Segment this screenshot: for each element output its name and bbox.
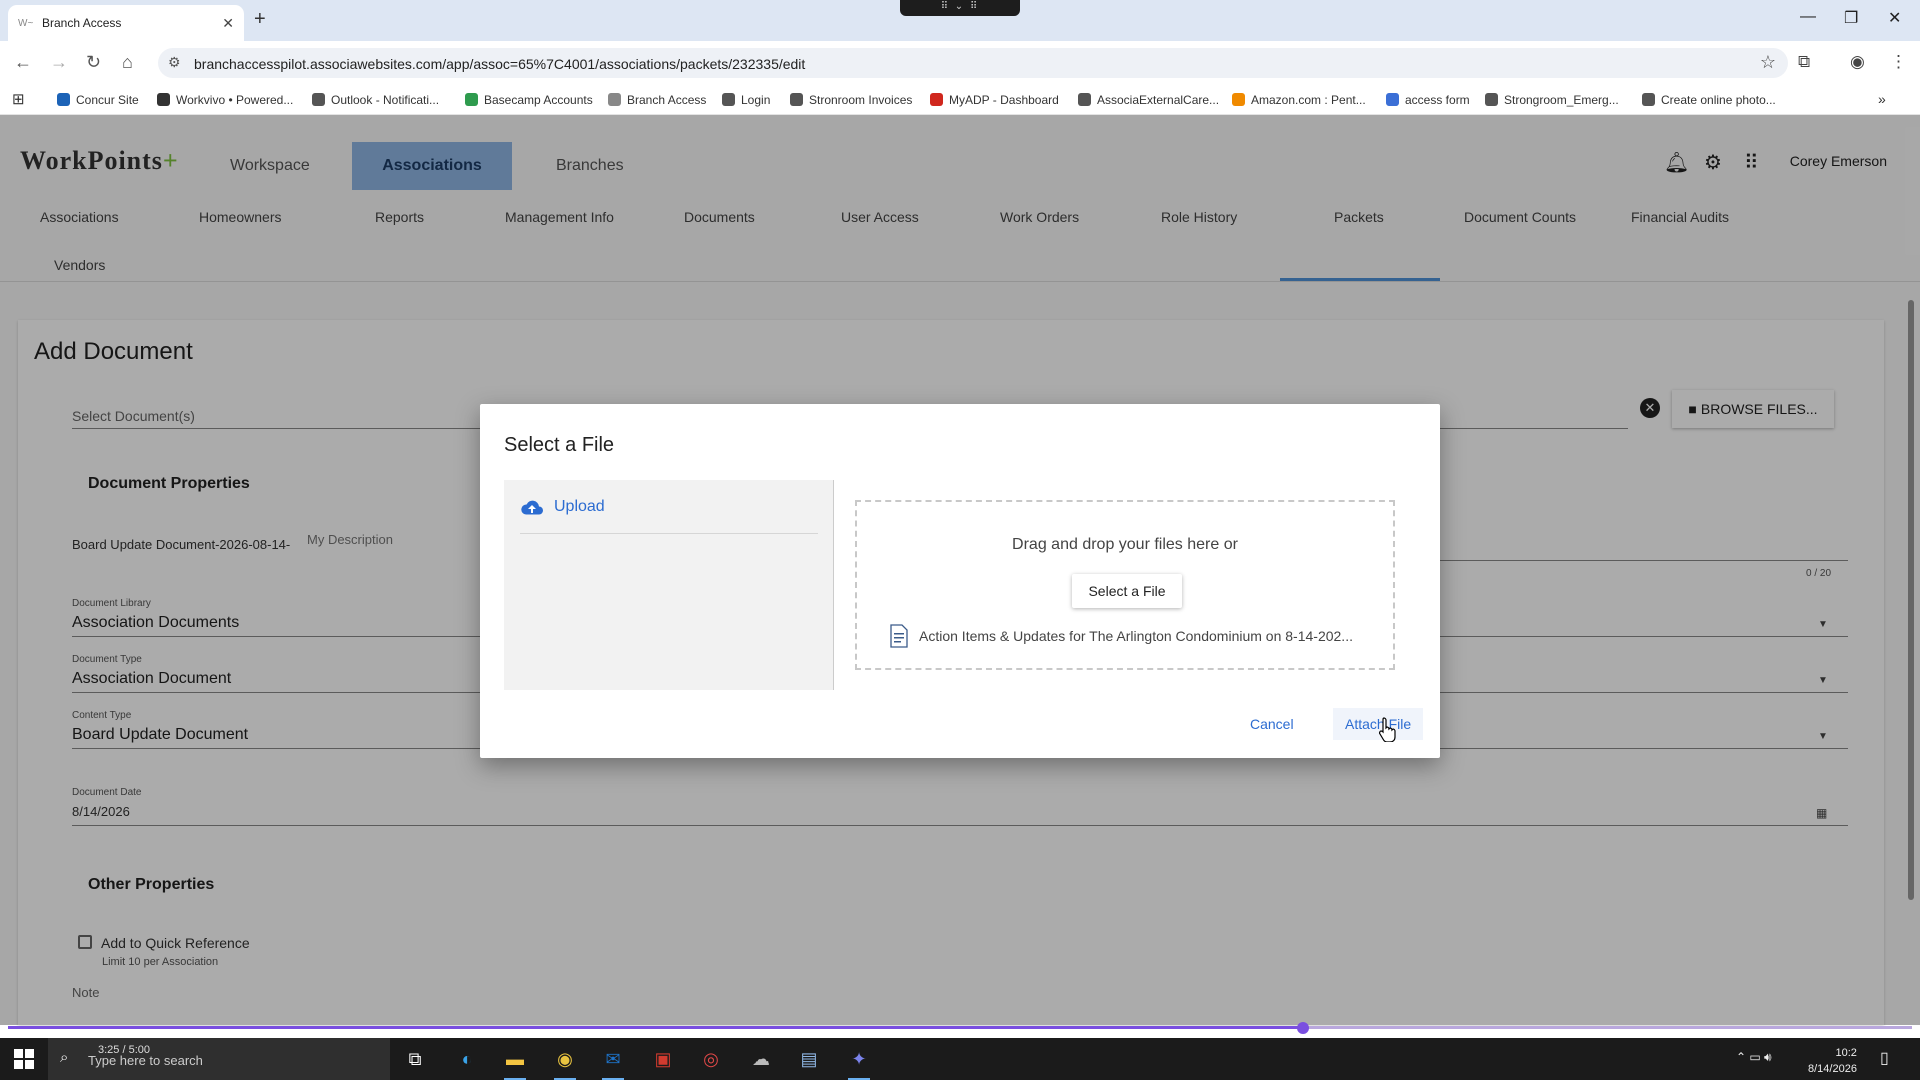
selected-file[interactable]: Action Items & Updates for The Arlington… bbox=[889, 624, 1353, 648]
bookmark-favicon-icon bbox=[790, 93, 803, 106]
bookmark-label: Stronroom Invoices bbox=[809, 93, 913, 107]
bookmark-label: Create online photo... bbox=[1661, 93, 1776, 107]
edge-icon[interactable]: ◐ bbox=[452, 1044, 482, 1074]
close-window-icon[interactable]: ✕ bbox=[1888, 8, 1901, 28]
tab-title: Branch Access bbox=[42, 16, 122, 30]
bookmark-item[interactable]: Concur Site bbox=[57, 93, 139, 107]
bookmark-favicon-icon bbox=[312, 93, 325, 106]
video-progress-knob[interactable] bbox=[1296, 1022, 1309, 1034]
remote-app-icon[interactable]: ☁ bbox=[746, 1044, 776, 1074]
pdf-app-icon[interactable]: ▣ bbox=[648, 1044, 678, 1074]
bookmarks-bar: ⊞ Concur Site Workvivo • Powered... Outloo… bbox=[0, 85, 1920, 115]
browser-tab-strip: W~ Branch Access ✕ + ⠿ ⌄ ⠿ — ❐ ✕ bbox=[0, 0, 1920, 41]
dialog-title: Select a File bbox=[504, 434, 615, 456]
bookmark-favicon-icon bbox=[465, 93, 478, 106]
tab-favicon-icon: W~ bbox=[18, 17, 34, 29]
address-bar[interactable]: ⚙ branchaccesspilot.associawebsites.com/… bbox=[158, 48, 1788, 78]
file-drop-zone[interactable]: Drag and drop your files here or Select … bbox=[855, 500, 1395, 670]
select-file-dialog: Select a File Upload Drag and drop your … bbox=[480, 404, 1440, 758]
upload-label: Upload bbox=[554, 498, 605, 515]
selected-file-name: Action Items & Updates for The Arlington… bbox=[919, 628, 1353, 644]
document-icon bbox=[890, 624, 908, 648]
url-text[interactable]: branchaccesspilot.associawebsites.com/ap… bbox=[194, 56, 805, 72]
bookmark-item[interactable]: AssociaExternalCare... bbox=[1078, 93, 1219, 107]
bookmark-label: Strongroom_Emerg... bbox=[1504, 93, 1619, 107]
forward-icon[interactable]: → bbox=[50, 52, 68, 73]
task-view-icon[interactable]: ⧉ bbox=[400, 1044, 430, 1074]
bookmark-label: Amazon.com : Pent... bbox=[1251, 93, 1366, 107]
tab-search-icon[interactable]: ⧉ bbox=[1798, 52, 1810, 72]
site-info-icon[interactable]: ⚙ bbox=[168, 54, 181, 71]
bookmark-favicon-icon bbox=[1642, 93, 1655, 106]
bookmark-star-icon[interactable]: ☆ bbox=[1760, 52, 1776, 73]
bookmark-item[interactable]: Login bbox=[722, 93, 770, 107]
cloud-upload-icon bbox=[521, 500, 543, 515]
bookmark-favicon-icon bbox=[57, 93, 70, 106]
bookmark-item[interactable]: Basecamp Accounts bbox=[465, 93, 593, 107]
bookmark-item[interactable]: Create online photo... bbox=[1642, 93, 1776, 107]
source-list: Upload bbox=[504, 480, 834, 690]
bookmark-item[interactable]: Strongroom_Emerg... bbox=[1485, 93, 1619, 107]
bookmark-item[interactable]: Workvivo • Powered... bbox=[157, 93, 293, 107]
system-tray[interactable]: ⌃ ▭ 🔊︎ bbox=[1736, 1050, 1772, 1065]
bookmark-label: Login bbox=[741, 93, 771, 107]
bookmark-item[interactable]: Branch Access bbox=[608, 93, 706, 107]
taskbar-clock[interactable]: 10:2 8/14/2026 bbox=[1808, 1045, 1857, 1077]
upload-source-item[interactable]: Upload bbox=[520, 498, 818, 534]
restore-icon[interactable]: ❐ bbox=[1844, 8, 1858, 28]
drop-zone-text: Drag and drop your files here or bbox=[1012, 536, 1238, 553]
back-icon[interactable]: ← bbox=[14, 52, 32, 73]
minimize-icon[interactable]: — bbox=[1800, 8, 1816, 26]
cancel-button[interactable]: Cancel bbox=[1238, 708, 1306, 740]
notepad-icon[interactable]: ▤ bbox=[794, 1044, 824, 1074]
apps-grid-icon[interactable]: ⊞ bbox=[12, 90, 25, 108]
bookmark-item[interactable]: Amazon.com : Pent... bbox=[1232, 93, 1366, 107]
menu-icon[interactable]: ⋮ bbox=[1890, 52, 1907, 72]
outlook-icon[interactable]: ✉ bbox=[598, 1044, 628, 1080]
notifications-icon[interactable]: ▯ bbox=[1880, 1048, 1889, 1068]
bookmark-favicon-icon bbox=[930, 93, 943, 106]
reload-icon[interactable]: ↻ bbox=[86, 52, 101, 73]
bookmark-label: Concur Site bbox=[76, 93, 139, 107]
profile-icon[interactable]: ◉ bbox=[1850, 52, 1865, 72]
video-progress-fill bbox=[8, 1026, 1303, 1029]
new-tab-icon[interactable]: + bbox=[254, 8, 266, 31]
screen-recorder-handle-icon[interactable]: ⠿ ⌄ ⠿ bbox=[900, 0, 1020, 16]
bookmark-label: AssociaExternalCare... bbox=[1097, 93, 1220, 107]
media-time: 3:25 / 5:00 bbox=[98, 1044, 150, 1056]
search-icon: ⌕ bbox=[60, 1049, 69, 1066]
teams-icon[interactable]: ✦ bbox=[844, 1044, 874, 1080]
bookmark-label: Outlook - Notificati... bbox=[331, 93, 440, 107]
bookmark-label: access form bbox=[1405, 93, 1470, 107]
clock-time: 10:2 bbox=[1835, 1047, 1857, 1059]
bookmark-favicon-icon bbox=[1386, 93, 1399, 106]
close-tab-icon[interactable]: ✕ bbox=[222, 15, 234, 32]
bookmark-favicon-icon bbox=[157, 93, 170, 106]
bookmark-label: Basecamp Accounts bbox=[484, 93, 593, 107]
bookmark-item[interactable]: MyADP - Dashboard bbox=[930, 93, 1059, 107]
bookmark-item[interactable]: Stronroom Invoices bbox=[790, 93, 912, 107]
browser-tab[interactable]: W~ Branch Access ✕ bbox=[8, 5, 244, 41]
bookmark-item[interactable]: Outlook - Notificati... bbox=[312, 93, 439, 107]
bookmark-label: Branch Access bbox=[627, 93, 707, 107]
bookmark-favicon-icon bbox=[722, 93, 735, 106]
bookmark-label: Workvivo • Powered... bbox=[176, 93, 294, 107]
bookmark-item[interactable]: access form bbox=[1386, 93, 1470, 107]
bookmark-label: MyADP - Dashboard bbox=[949, 93, 1059, 107]
bookmark-favicon-icon bbox=[1232, 93, 1245, 106]
windows-start-icon[interactable] bbox=[14, 1049, 34, 1069]
bookmark-favicon-icon bbox=[608, 93, 621, 106]
hand-cursor-icon bbox=[1378, 717, 1396, 742]
file-explorer-icon[interactable]: ▬ bbox=[500, 1044, 530, 1080]
red-app-icon[interactable]: ◎ bbox=[696, 1044, 726, 1074]
home-icon[interactable]: ⌂ bbox=[122, 52, 133, 73]
bookmark-favicon-icon bbox=[1485, 93, 1498, 106]
bookmark-favicon-icon bbox=[1078, 93, 1091, 106]
select-file-button[interactable]: Select a File bbox=[1072, 574, 1182, 608]
clock-date: 8/14/2026 bbox=[1808, 1063, 1857, 1075]
chrome-icon[interactable]: ◉ bbox=[550, 1044, 580, 1080]
more-bookmarks-icon[interactable]: » bbox=[1878, 91, 1886, 107]
